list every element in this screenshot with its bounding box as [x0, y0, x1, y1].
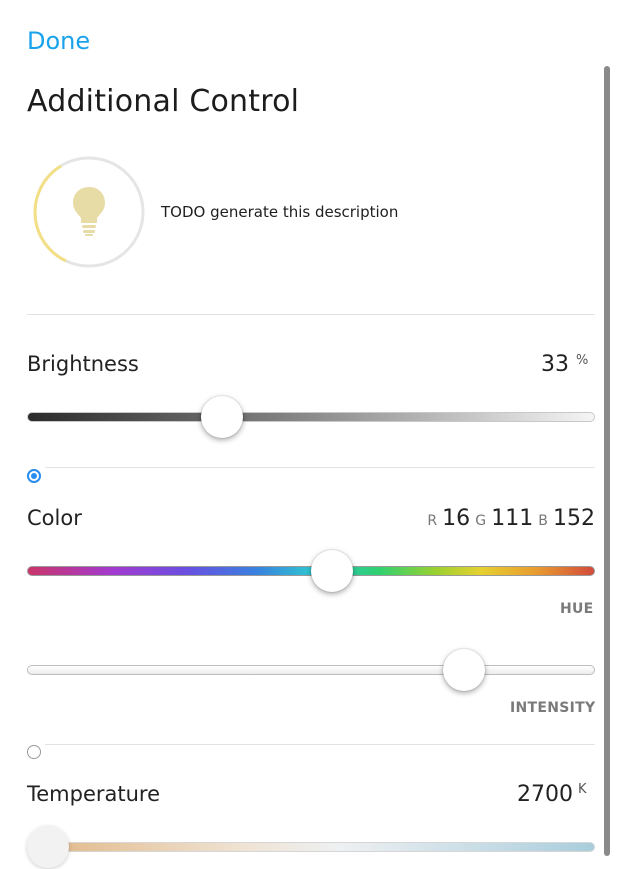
hue-slider-thumb[interactable] [311, 550, 354, 592]
lightbulb-icon [73, 187, 105, 236]
divider [45, 744, 595, 745]
g-value: 111 [491, 506, 534, 531]
r-value: 16 [442, 506, 471, 531]
brightness-readout: 33 % [541, 352, 595, 382]
temperature-readout: 2700 K [517, 782, 595, 812]
color-label: Color [27, 506, 82, 530]
brightness-slider-track[interactable] [27, 412, 595, 422]
brightness-value: 33 [541, 352, 569, 377]
brightness-label: Brightness [27, 352, 139, 376]
intensity-slider-track[interactable] [27, 665, 595, 675]
intensity-slider-thumb[interactable] [442, 649, 485, 691]
hue-caption: HUE [560, 601, 594, 617]
b-label: B [538, 513, 548, 529]
intensity-caption: INTENSITY [510, 700, 596, 716]
scrollbar[interactable] [604, 66, 610, 856]
color-mode-radio[interactable] [27, 469, 41, 483]
g-label: G [475, 513, 487, 529]
brightness-unit: % [576, 353, 589, 368]
temperature-label: Temperature [27, 782, 161, 806]
temperature-slider-track[interactable] [27, 842, 595, 852]
divider [27, 314, 595, 315]
divider [45, 467, 595, 468]
done-button[interactable]: Done [27, 27, 90, 55]
temperature-unit: K [578, 782, 587, 797]
accessory-tile[interactable] [31, 154, 147, 270]
b-value: 152 [553, 506, 595, 531]
accessory-description: TODO generate this description [161, 203, 399, 221]
brightness-slider-thumb[interactable] [200, 396, 243, 438]
r-label: R [427, 513, 438, 529]
temperature-slider-thumb[interactable] [27, 826, 69, 868]
page-title: Additional Control [27, 84, 300, 119]
temperature-mode-radio[interactable] [27, 745, 41, 759]
temperature-value: 2700 [517, 782, 573, 807]
rgb-readout: R 16 G 111 B 152 [420, 506, 595, 534]
